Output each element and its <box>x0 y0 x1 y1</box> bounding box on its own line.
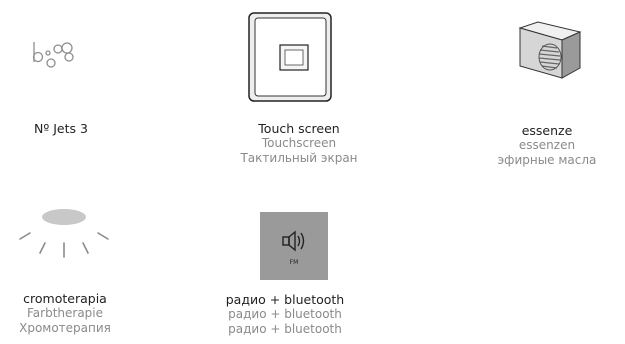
radio-label-ru: радио + bluetooth <box>228 322 342 336</box>
feature-essence: essenze essenzen эфирные масла <box>462 0 625 180</box>
touch-screen-label-ru: Тактильный экран <box>240 151 358 165</box>
radio-label-de: радио + bluetooth <box>228 307 342 321</box>
jets-icon <box>29 36 84 76</box>
feature-touch-screen: Touch screen Touchscreen Тактильный экра… <box>214 0 384 175</box>
touch-screen-label-de: Touchscreen <box>261 136 337 150</box>
chromotherapy-lamp-icon <box>14 205 114 260</box>
chromotherapy-label-ru: Хромотерапия <box>19 321 111 335</box>
essence-label-de: essenzen <box>518 138 576 152</box>
touch-screen-label-it: Touch screen <box>258 121 340 136</box>
radio-label-it: радио + bluetooth <box>225 292 345 307</box>
feature-radio: FM радио + bluetooth радио + bluetooth р… <box>200 195 370 344</box>
essence-label-it: essenze <box>521 123 573 138</box>
chromotherapy-label-de: Farbtherapie <box>26 306 104 320</box>
jets-label: Nº Jets 3 <box>34 121 88 136</box>
chromotherapy-label-it: cromoterapia <box>23 291 107 306</box>
essence-label-ru: эфирные масла <box>497 153 597 167</box>
touch-screen-icon <box>246 10 336 108</box>
radio-fm-text: FM <box>290 259 299 266</box>
essence-diffuser-icon <box>512 18 584 82</box>
feature-chromotherapy: cromoterapia Farbtherapie Хромотерапия <box>0 195 150 344</box>
feature-jets: Nº Jets 3 <box>0 0 146 160</box>
radio-speaker-icon: FM <box>260 212 328 280</box>
